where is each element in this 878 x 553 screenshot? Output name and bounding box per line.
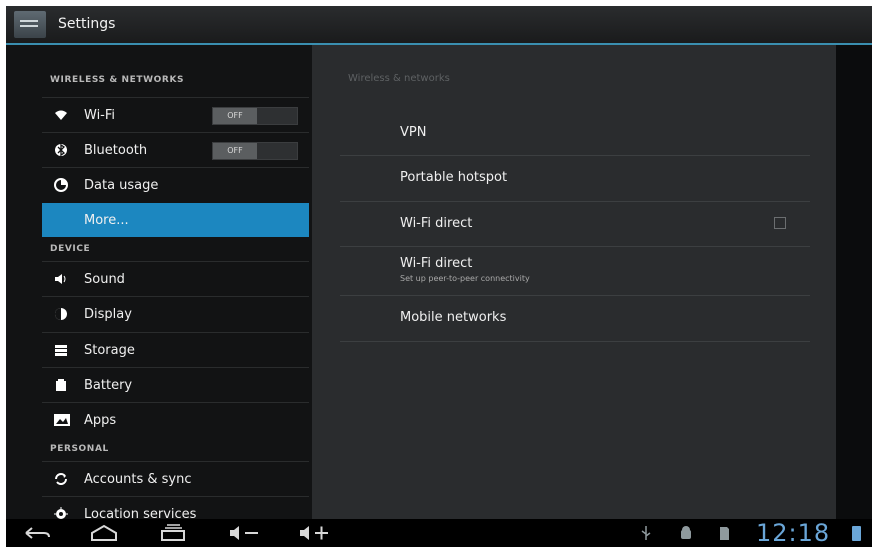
wifi-icon xyxy=(54,108,68,122)
usb-icon xyxy=(640,525,652,544)
settings-item-accounts-sync[interactable]: Accounts & sync xyxy=(42,461,309,496)
wifi-direct-checkbox[interactable] xyxy=(774,217,786,229)
apps-icon xyxy=(54,413,70,427)
settings-item-more[interactable]: More... xyxy=(42,203,309,237)
pref-label: Wi-Fi direct xyxy=(400,216,473,231)
settings-item-display[interactable]: Display xyxy=(42,296,309,331)
settings-item-label: Display xyxy=(84,307,132,322)
settings-item-label: Wi-Fi xyxy=(84,108,116,123)
toggle-off-label: OFF xyxy=(213,143,257,159)
tablet-screen: Settings WIRELESS & NETWORKS Wi-Fi OFF B… xyxy=(6,6,872,547)
bluetooth-icon xyxy=(54,143,68,157)
toggle-off-label: OFF xyxy=(213,108,257,124)
detail-header: Wireless & networks xyxy=(348,73,450,84)
pref-subtitle: Set up peer-to-peer connectivity xyxy=(400,274,530,283)
settings-item-sound[interactable]: Sound xyxy=(42,261,309,296)
sd-card-icon xyxy=(718,525,730,544)
settings-item-label: More... xyxy=(84,213,129,228)
battery-status-icon xyxy=(852,526,861,541)
section-header-personal: PERSONAL xyxy=(50,444,109,454)
settings-icon[interactable] xyxy=(14,11,46,38)
pref-wifi-direct-settings[interactable]: Wi-Fi direct Set up peer-to-peer connect… xyxy=(340,247,810,296)
volume-down-icon[interactable] xyxy=(228,522,264,547)
settings-item-battery[interactable]: Battery xyxy=(42,367,309,402)
pref-vpn[interactable]: VPN xyxy=(340,113,810,156)
battery-icon xyxy=(54,378,68,392)
pref-portable-hotspot[interactable]: Portable hotspot xyxy=(340,156,810,202)
settings-item-label: Accounts & sync xyxy=(84,472,192,487)
pref-label: Mobile networks xyxy=(400,310,507,325)
section-header-wireless: WIRELESS & NETWORKS xyxy=(50,75,185,85)
settings-item-apps[interactable]: Apps xyxy=(42,402,309,437)
page-title: Settings xyxy=(58,16,116,32)
pref-label: Portable hotspot xyxy=(400,170,508,185)
pref-mobile-networks[interactable]: Mobile networks xyxy=(340,296,810,342)
settings-item-label: Storage xyxy=(84,343,135,358)
pref-label: VPN xyxy=(400,125,427,140)
data-usage-icon xyxy=(54,178,68,192)
sound-icon xyxy=(54,272,68,286)
clock: 12:18 xyxy=(756,519,831,547)
home-icon[interactable] xyxy=(88,522,120,547)
pref-wifi-direct-toggle[interactable]: Wi-Fi direct xyxy=(340,202,810,247)
settings-item-label: Bluetooth xyxy=(84,143,148,158)
settings-item-bluetooth[interactable]: Bluetooth OFF xyxy=(42,132,309,167)
display-icon xyxy=(54,307,68,321)
settings-item-storage[interactable]: Storage xyxy=(42,332,309,367)
android-debug-icon xyxy=(678,525,694,544)
settings-item-data-usage[interactable]: Data usage xyxy=(42,167,309,202)
system-nav-bar: 12:18 xyxy=(6,519,872,547)
storage-icon xyxy=(54,343,68,357)
back-icon[interactable] xyxy=(22,522,52,547)
volume-up-icon[interactable] xyxy=(298,522,334,547)
settings-item-label: Data usage xyxy=(84,178,159,193)
wifi-toggle[interactable]: OFF xyxy=(212,107,298,125)
settings-item-label: Apps xyxy=(84,413,117,428)
action-bar: Settings xyxy=(6,6,872,45)
section-header-device: DEVICE xyxy=(50,244,91,254)
sync-icon xyxy=(54,472,68,486)
recent-apps-icon[interactable] xyxy=(158,522,188,547)
pref-label: Wi-Fi direct xyxy=(400,256,473,271)
settings-item-wifi[interactable]: Wi-Fi OFF xyxy=(42,97,309,132)
settings-item-label: Battery xyxy=(84,378,133,393)
settings-item-label: Sound xyxy=(84,272,125,287)
settings-headers-pane: WIRELESS & NETWORKS Wi-Fi OFF Bluetooth … xyxy=(6,45,312,522)
settings-detail-pane: Wireless & networks VPN Portable hotspot… xyxy=(312,45,836,519)
bluetooth-toggle[interactable]: OFF xyxy=(212,142,298,160)
